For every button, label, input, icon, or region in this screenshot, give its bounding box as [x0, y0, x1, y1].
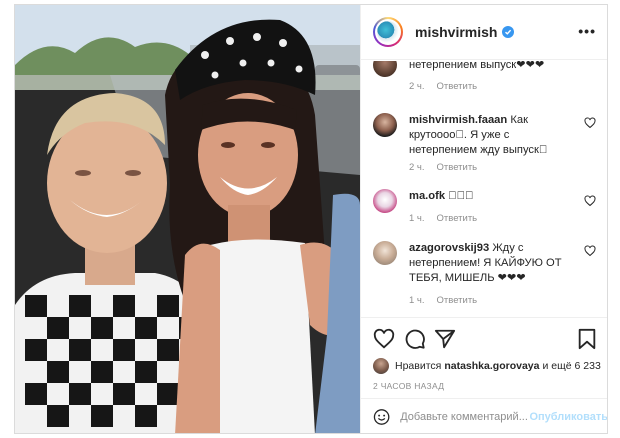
comments-list: нетерпением выпуск❤❤❤ 2 ч. Ответить mishv… — [361, 61, 607, 317]
liker-username[interactable]: natashka.gorovaya — [444, 360, 539, 372]
comment-username[interactable]: mishvirmish.faaan — [409, 114, 507, 126]
add-comment-bar: Добавьте комментарий... Опубликовать — [361, 398, 607, 433]
smiley-icon[interactable] — [373, 407, 390, 427]
comment-meta: 2 ч. Ответить — [409, 81, 477, 92]
comment-meta: 1 ч. Ответить — [409, 213, 477, 224]
comment-meta: 2 ч. Ответить — [409, 162, 477, 173]
reply-link[interactable]: Ответить — [437, 213, 478, 224]
comment-time: 2 ч. — [409, 81, 425, 92]
comment-like-heart-icon[interactable] — [584, 195, 596, 207]
comment-like-heart-icon[interactable] — [584, 117, 596, 129]
comment-text: mishvirmish.faaan Как крутоооо . Я уже с… — [409, 114, 548, 156]
post-actions: Нравится natashka.gorovaya и ещё 6 233 2… — [361, 317, 607, 433]
comment-time: 2 ч. — [409, 162, 425, 173]
comment-avatar[interactable] — [373, 113, 397, 137]
liker-avatar[interactable] — [373, 358, 389, 374]
author-avatar[interactable] — [373, 17, 403, 47]
comment-text: ma.ofk     — [409, 190, 474, 202]
comment-time: 1 ч. — [409, 213, 425, 224]
post-header: mishvirmish ••• — [361, 5, 607, 60]
comment-avatar[interactable] — [373, 189, 397, 213]
comment-input[interactable]: Добавьте комментарий... — [400, 411, 529, 423]
bookmark-icon[interactable] — [576, 328, 598, 350]
reply-link[interactable]: Ответить — [437, 295, 478, 306]
comment-username[interactable]: azagorovskij93 — [409, 242, 489, 254]
likes-prefix: Нравится — [395, 360, 442, 372]
instagram-post: mishvirmish ••• нетерпением выпуск❤❤❤ 2 … — [14, 4, 608, 434]
comment-meta: 1 ч. Ответить — [409, 295, 477, 306]
more-dots-icon[interactable]: ••• — [578, 23, 596, 39]
post-photo-illustration — [15, 5, 360, 433]
post-photo[interactable] — [15, 5, 360, 433]
comment-icon[interactable] — [404, 328, 426, 350]
reply-link[interactable]: Ответить — [437, 81, 478, 92]
post-time[interactable]: 2 ЧАСОВ НАЗАД — [373, 381, 444, 391]
comment-text: azagorovskij93 Жду с нетерпением! Я КАЙФ… — [409, 242, 562, 284]
comment-avatar[interactable] — [373, 241, 397, 265]
heart-icon[interactable] — [373, 328, 395, 350]
verified-badge-icon — [502, 26, 515, 38]
comment-time: 1 ч. — [409, 295, 425, 306]
comment-text: нетерпением выпуск❤❤❤ — [409, 61, 545, 71]
post-sidebar: mishvirmish ••• нетерпением выпуск❤❤❤ 2 … — [360, 5, 607, 433]
author-username[interactable]: mishvirmish — [415, 24, 497, 40]
likes-count[interactable]: и ещё 6 233 — [542, 360, 600, 372]
comment-avatar[interactable] — [373, 61, 397, 77]
reply-link[interactable]: Ответить — [437, 162, 478, 173]
comment-username[interactable]: ma.ofk — [409, 190, 445, 202]
publish-button[interactable]: Опубликовать — [529, 411, 607, 423]
likes-summary: Нравится natashka.gorovaya и ещё 6 233 — [373, 358, 601, 374]
share-icon[interactable] — [434, 328, 456, 350]
comment-like-heart-icon[interactable] — [584, 245, 596, 257]
